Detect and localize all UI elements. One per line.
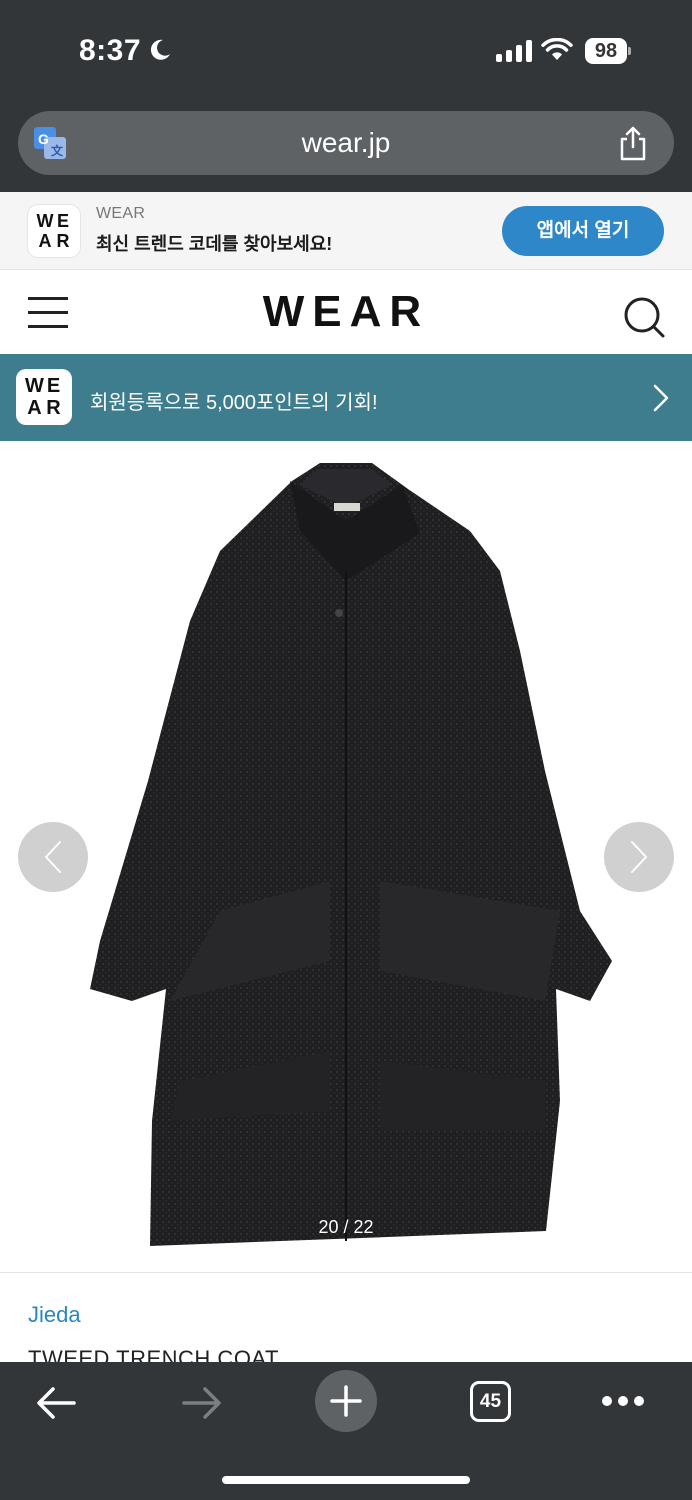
search-icon[interactable] bbox=[622, 295, 666, 339]
app-install-banner: W E A R WEAR 최신 트렌드 코데를 찾아보세요! 앱에서 열기 bbox=[0, 192, 692, 270]
product-brand-link[interactable]: Jieda bbox=[28, 1302, 81, 1328]
product-image-gallery[interactable]: 20 / 22 bbox=[0, 441, 692, 1272]
chevron-right-icon bbox=[653, 384, 669, 412]
wifi-icon bbox=[541, 38, 573, 60]
signup-promo-banner[interactable]: W E A R 회원등록으로 5,000포인트의 기회! bbox=[0, 354, 692, 441]
home-indicator bbox=[222, 1476, 470, 1484]
back-arrow-icon[interactable] bbox=[36, 1386, 76, 1420]
product-image-coat bbox=[90, 463, 612, 1246]
browser-top-chrome: 8:37 98 G 文 wear.jp bbox=[0, 0, 692, 192]
new-tab-button[interactable] bbox=[315, 1370, 377, 1432]
open-in-app-button[interactable]: 앱에서 열기 bbox=[502, 206, 664, 256]
address-bar[interactable]: G 文 wear.jp bbox=[18, 111, 674, 175]
cellular-signal-icon bbox=[496, 40, 532, 62]
battery-level: 98 bbox=[585, 38, 627, 64]
chevron-left-icon bbox=[45, 841, 61, 873]
battery-icon: 98 bbox=[585, 38, 631, 64]
wear-promo-logo: W E A R bbox=[16, 369, 72, 425]
focus-moon-icon bbox=[150, 39, 170, 60]
forward-arrow-icon[interactable] bbox=[182, 1386, 222, 1420]
status-time: 8:37 bbox=[79, 34, 142, 67]
gallery-next-button[interactable] bbox=[604, 822, 674, 892]
chevron-right-icon bbox=[631, 841, 647, 873]
image-counter: 20 / 22 bbox=[318, 1217, 374, 1237]
tab-switcher-button[interactable]: 45 bbox=[470, 1381, 511, 1422]
banner-tagline: 최신 트렌드 코데를 찾아보세요! bbox=[96, 234, 333, 254]
banner-brand: WEAR bbox=[96, 205, 146, 222]
url-text[interactable]: wear.jp bbox=[18, 127, 674, 159]
wear-app-logo: W E A R bbox=[28, 205, 80, 257]
more-options-icon[interactable] bbox=[602, 1396, 644, 1406]
site-header: WEAR bbox=[0, 271, 692, 354]
gallery-prev-button[interactable] bbox=[18, 822, 88, 892]
plus-icon bbox=[330, 1385, 362, 1417]
promo-text: 회원등록으로 5,000포인트의 기회! bbox=[90, 392, 378, 414]
section-divider bbox=[0, 1272, 692, 1273]
site-logo[interactable]: WEAR bbox=[0, 287, 692, 337]
share-icon[interactable] bbox=[618, 125, 648, 161]
